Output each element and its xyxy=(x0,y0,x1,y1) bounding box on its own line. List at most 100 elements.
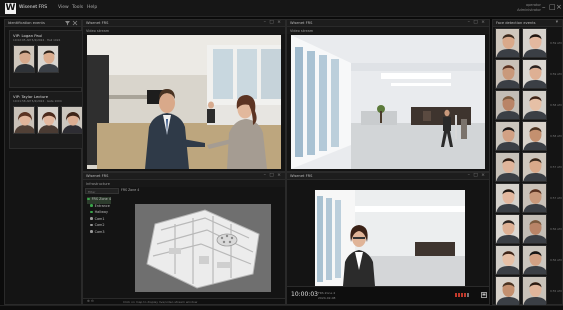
face-thumbnail[interactable] xyxy=(495,121,520,151)
panel-header: Wisenet FRS – □ × xyxy=(83,20,285,27)
maximize-button[interactable]: □ xyxy=(549,3,556,12)
user-info[interactable]: operator Administrator xyxy=(517,3,541,13)
status-dot xyxy=(87,197,90,201)
detection-time: 9:58 AM xyxy=(550,103,562,107)
panel-title: Wisenet FRS xyxy=(86,21,109,25)
panel-subheader: Video stream xyxy=(287,27,489,34)
face-thumbnail[interactable] xyxy=(522,183,547,213)
face-thumbnail[interactable] xyxy=(522,245,547,275)
device-tree: FRS Zone 4 Entrance Hallway Cam1 Cam2 Ca… xyxy=(87,197,111,236)
menu-tools[interactable]: Tools xyxy=(72,5,83,10)
face-thumbnail[interactable] xyxy=(495,59,520,89)
face-thumbnail[interactable] xyxy=(522,276,547,306)
face-thumbnail[interactable] xyxy=(495,152,520,182)
vip-db-face xyxy=(37,106,59,134)
vip-db-face xyxy=(37,45,59,73)
panel-controls[interactable]: – □ × xyxy=(468,173,486,178)
status-dot xyxy=(90,223,93,227)
map-tab-label: FRS Zone 4 xyxy=(121,188,140,192)
panel-header: Wisenet FRS – □ × xyxy=(83,173,285,180)
panel-header: Wisenet FRS – □ × xyxy=(287,20,489,27)
map-footer: ⊕ ⊖ Click on map to display live/video s… xyxy=(83,298,285,304)
detection-time: 9:59 AM xyxy=(550,41,562,45)
video-label: Video stream xyxy=(290,28,314,33)
panel-controls[interactable]: – □ × xyxy=(264,20,282,25)
user-role: Administrator xyxy=(517,8,541,12)
panel-controls[interactable]: – □ × xyxy=(468,20,486,25)
detection-time: 9:59 AM xyxy=(550,72,562,76)
detection-time: 9:56 AM xyxy=(550,258,562,262)
playback-panel: Wisenet FRS – □ × 10:00:03 FRS Zone 4 20… xyxy=(286,172,490,305)
filter-icon[interactable] xyxy=(64,20,78,26)
menu-help[interactable]: Help xyxy=(87,5,97,10)
face-thumbnail[interactable] xyxy=(522,214,547,244)
tree-label: Hallway xyxy=(94,210,108,214)
zoom-icon[interactable]: ⊕ ⊖ xyxy=(87,299,94,303)
playback-time: 10:00:03 xyxy=(291,291,318,298)
panel-header: Identification events xyxy=(5,20,81,27)
panel-title: Identification events xyxy=(8,21,45,25)
filter-input[interactable]: Filter xyxy=(85,188,119,194)
panel-header: Wisenet FRS – □ × xyxy=(287,173,489,180)
face-thumbnail[interactable] xyxy=(522,28,547,58)
map-hint: Click on map to display live/video strea… xyxy=(123,299,198,304)
vip-db-face xyxy=(61,106,83,134)
close-button[interactable]: × xyxy=(556,3,562,12)
tree-label: Cam1 xyxy=(94,216,105,221)
export-icon[interactable] xyxy=(481,292,487,298)
video-label: Video stream xyxy=(86,28,110,33)
floor-map[interactable] xyxy=(135,204,271,292)
vip-meta: 10:02:05 AM 5/4/2024 · Hall 1024 xyxy=(13,38,61,42)
panel-controls[interactable]: ▾ xyxy=(556,20,559,25)
menu-view[interactable]: View xyxy=(58,5,69,10)
playback-date: 2024-02-08 xyxy=(318,296,336,300)
face-thumbnail[interactable] xyxy=(495,245,520,275)
playback-video[interactable] xyxy=(315,190,465,286)
filter-placeholder: Filter xyxy=(88,189,96,194)
status-dot xyxy=(90,230,93,233)
vip-snapshot-face xyxy=(13,106,35,134)
face-thumbnail[interactable] xyxy=(522,90,547,120)
panel-controls[interactable] xyxy=(64,20,78,28)
tree-label: Cam3 xyxy=(94,229,105,234)
face-thumbnail[interactable] xyxy=(495,183,520,213)
infrastructure-panel: Wisenet FRS – □ × Infrastructure Filter … xyxy=(82,172,286,305)
face-thumbnail[interactable] xyxy=(495,90,520,120)
minimize-button[interactable]: – xyxy=(542,3,546,12)
vip-snapshot-face xyxy=(13,45,35,73)
timeline-markers[interactable] xyxy=(455,293,469,297)
face-thumbnail[interactable] xyxy=(495,28,520,58)
vip-card[interactable]: VIP: Logan Paul 10:02:05 AM 5/4/2024 · H… xyxy=(9,30,83,88)
panel-controls[interactable]: – □ × xyxy=(264,173,282,178)
app-logo: W xyxy=(5,3,16,14)
status-dot xyxy=(90,217,93,220)
panel-title: Face detection events xyxy=(496,21,536,25)
face-thumbnail[interactable] xyxy=(522,121,547,151)
playback-bar: 10:00:03 FRS Zone 4 2024-02-08 xyxy=(287,286,489,304)
detection-time: 9:57 AM xyxy=(550,196,562,200)
panel-title: Wisenet FRS xyxy=(86,174,109,178)
infra-title: Infrastructure xyxy=(86,181,110,186)
detection-time: 9:55 AM xyxy=(550,289,562,293)
detection-time: 9:58 AM xyxy=(550,134,562,138)
face-thumbnail[interactable] xyxy=(495,276,520,306)
detection-time: 9:57 AM xyxy=(550,165,562,169)
face-thumbnail[interactable] xyxy=(522,59,547,89)
status-dot xyxy=(90,210,93,214)
panel-header: Face detection events ▾ xyxy=(493,20,562,27)
tree-item[interactable]: Cam3 xyxy=(87,230,111,237)
face-detection-panel: Face detection events ▾ 9:59 AM 9:59 AM 9:… xyxy=(492,19,563,306)
vip-card[interactable]: VIP: Taylor Lecture 10:01:58 AM 5/4/2024… xyxy=(9,91,83,149)
playback-cam: FRS Zone 4 xyxy=(318,291,336,295)
panel-subheader: Infrastructure xyxy=(83,180,285,187)
panel-title: Wisenet FRS xyxy=(290,21,313,25)
video-stream-lobby[interactable] xyxy=(291,35,485,169)
vip-meta: 10:01:58 AM 5/4/2024 · Gate 1004 xyxy=(13,99,62,103)
map-tab[interactable]: FRS Zone 4 xyxy=(121,188,161,194)
face-thumbnail[interactable] xyxy=(522,152,547,182)
face-thumbnail[interactable] xyxy=(495,214,520,244)
panel-title: Wisenet FRS xyxy=(290,174,313,178)
status-bar xyxy=(0,305,563,310)
video-stream-office[interactable] xyxy=(87,35,281,169)
video-panel-top-left: Wisenet FRS – □ × Video stream xyxy=(82,19,286,172)
